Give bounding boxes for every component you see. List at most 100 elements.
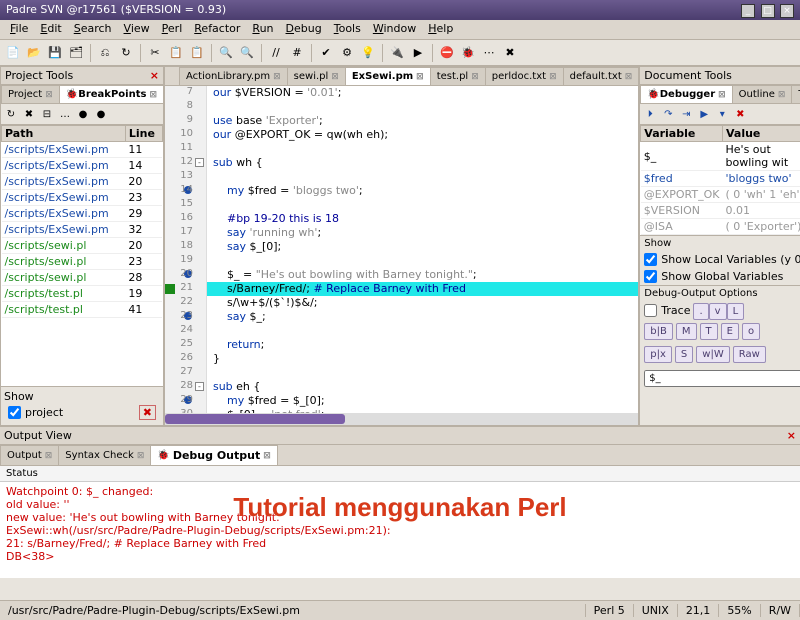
code-line[interactable] xyxy=(207,198,638,212)
tab-test.pl[interactable]: test.pl ⊠ xyxy=(430,67,486,85)
toolbar-btn-0[interactable]: 📄 xyxy=(4,44,22,62)
table-row[interactable]: $_He's out bowling wit xyxy=(641,142,800,171)
toolbar-btn-2[interactable]: 💾 xyxy=(46,44,64,62)
minimize-button[interactable]: _ xyxy=(741,4,755,18)
table-row[interactable]: $fred'bloggs two' xyxy=(641,171,800,187)
menu-search[interactable]: Search xyxy=(68,20,118,39)
toolbar-btn-6[interactable]: ✂ xyxy=(146,44,164,62)
close-icon[interactable]: × xyxy=(787,429,796,442)
code-line[interactable] xyxy=(207,170,638,184)
table-row[interactable]: $VERSION0.01 xyxy=(641,203,800,219)
toolbar-btn-19[interactable]: 🐞 xyxy=(459,44,477,62)
horizontal-scrollbar[interactable] xyxy=(165,413,638,425)
code-line[interactable]: return; xyxy=(207,338,638,352)
col-line[interactable]: Line xyxy=(125,126,162,142)
dbg-btn-v[interactable]: v xyxy=(709,303,727,320)
bp-tool-3[interactable]: … xyxy=(57,106,73,122)
dbg-btn-w|W[interactable]: w|W xyxy=(696,346,729,363)
bp-tool-0[interactable]: ↻ xyxy=(3,106,19,122)
bp-tool-2[interactable]: ⊟ xyxy=(39,106,55,122)
dbg-btn-b|B[interactable]: b|B xyxy=(644,323,673,340)
col-variable[interactable]: Variable xyxy=(641,126,723,142)
code-line[interactable]: my $fred = $_[0]; xyxy=(207,394,638,408)
bp-tool-5[interactable]: ● xyxy=(93,106,109,122)
dbg-btn-M[interactable]: M xyxy=(676,323,697,340)
tab-ExSewi.pm[interactable]: ExSewi.pm ⊠ xyxy=(345,67,431,85)
table-row[interactable]: /scripts/ExSewi.pm14 xyxy=(2,158,163,174)
code-line[interactable]: our $VERSION = '0.01'; xyxy=(207,86,638,100)
menu-window[interactable]: Window xyxy=(367,20,422,39)
menu-help[interactable]: Help xyxy=(422,20,459,39)
tab-project[interactable]: Project ⊠ xyxy=(1,85,60,103)
toolbar-btn-21[interactable]: ✖ xyxy=(501,44,519,62)
dbg-run-3[interactable]: ▶ xyxy=(696,106,712,122)
code-line[interactable]: } xyxy=(207,352,638,366)
toolbar-btn-4[interactable]: ⎌ xyxy=(96,44,114,62)
code-line[interactable]: s/Barney/Fred/; # Replace Barney with Fr… xyxy=(207,282,638,296)
toolbar-btn-18[interactable]: ⛔ xyxy=(438,44,456,62)
menu-refactor[interactable]: Refactor xyxy=(188,20,246,39)
code-line[interactable] xyxy=(207,324,638,338)
menu-edit[interactable]: Edit xyxy=(34,20,67,39)
table-row[interactable]: /scripts/sewi.pl23 xyxy=(2,254,163,270)
menu-file[interactable]: File xyxy=(4,20,34,39)
code-line[interactable]: say 'running wh'; xyxy=(207,226,638,240)
table-row[interactable]: /scripts/sewi.pl28 xyxy=(2,270,163,286)
dbg-run-4[interactable]: ▾ xyxy=(714,106,730,122)
table-row[interactable]: /scripts/ExSewi.pm23 xyxy=(2,190,163,206)
trace-chk[interactable] xyxy=(644,304,657,317)
dbg-run-2[interactable]: ⇥ xyxy=(678,106,694,122)
code-line[interactable]: $_ = "He's out bowling with Barney tonig… xyxy=(207,268,638,282)
tab-ActionLibrary.pm[interactable]: ActionLibrary.pm ⊠ xyxy=(179,67,288,85)
code-line[interactable]: say $_[0]; xyxy=(207,240,638,254)
code-line[interactable] xyxy=(207,254,638,268)
show-global-chk[interactable] xyxy=(644,270,657,283)
menu-perl[interactable]: Perl xyxy=(156,20,189,39)
code-line[interactable]: s/\w+$/($`!)$&/; xyxy=(207,296,638,310)
toolbar-btn-14[interactable]: ⚙ xyxy=(338,44,356,62)
table-row[interactable]: /scripts/test.pl19 xyxy=(2,286,163,302)
tab-syntax-check[interactable]: Syntax Check ⊠ xyxy=(58,445,151,465)
table-row[interactable]: /scripts/sewi.pl20 xyxy=(2,238,163,254)
toolbar-btn-7[interactable]: 📋 xyxy=(167,44,185,62)
toolbar-btn-3[interactable]: 🗂 xyxy=(67,44,85,62)
dbg-btn-p|x[interactable]: p|x xyxy=(644,346,672,363)
tab-outline[interactable]: Outline ⊠ xyxy=(732,85,793,103)
dbg-run-0[interactable]: ⏵ xyxy=(642,106,658,122)
show-local-chk[interactable] xyxy=(644,253,657,266)
toolbar-btn-1[interactable]: 📂 xyxy=(25,44,43,62)
close-button[interactable]: × xyxy=(780,4,794,18)
code-line[interactable] xyxy=(207,142,638,156)
toolbar-btn-12[interactable]: # xyxy=(288,44,306,62)
code-line[interactable]: sub eh { xyxy=(207,380,638,394)
toolbar-btn-10[interactable]: 🔍 xyxy=(238,44,256,62)
col-value[interactable]: Value xyxy=(723,126,800,142)
project-checkbox[interactable] xyxy=(8,406,21,419)
toolbar-btn-11[interactable]: // xyxy=(267,44,285,62)
bp-tool-1[interactable]: ✖ xyxy=(21,106,37,122)
dbg-btn-L[interactable]: L xyxy=(727,303,745,320)
table-row[interactable]: @ISA( 0 'Exporter') xyxy=(641,219,800,235)
menu-run[interactable]: Run xyxy=(246,20,279,39)
table-row[interactable]: @EXPORT_OK( 0 'wh' 1 'eh') xyxy=(641,187,800,203)
toolbar-btn-5[interactable]: ↻ xyxy=(117,44,135,62)
dbg-btn-S[interactable]: S xyxy=(675,346,693,363)
toolbar-btn-17[interactable]: ▶ xyxy=(409,44,427,62)
code-line[interactable]: sub wh { xyxy=(207,156,638,170)
maximize-button[interactable]: □ xyxy=(761,4,775,18)
dbg-run-1[interactable]: ↷ xyxy=(660,106,676,122)
toolbar-btn-16[interactable]: 🔌 xyxy=(388,44,406,62)
table-row[interactable]: /scripts/ExSewi.pm20 xyxy=(2,174,163,190)
code-line[interactable]: say $_; xyxy=(207,310,638,324)
menu-view[interactable]: View xyxy=(118,20,156,39)
menu-tools[interactable]: Tools xyxy=(328,20,367,39)
code-line[interactable]: #bp 19-20 this is 18 xyxy=(207,212,638,226)
toolbar-btn-20[interactable]: ⋯ xyxy=(480,44,498,62)
tab-breakpoints[interactable]: 🐞BreakPoints ⊠ xyxy=(59,85,163,103)
tab-t…[interactable]: T… ⊠ xyxy=(791,85,800,103)
table-row[interactable]: /scripts/ExSewi.pm11 xyxy=(2,142,163,158)
code-line[interactable] xyxy=(207,100,638,114)
dbg-btn-E[interactable]: E xyxy=(721,323,739,340)
tab-sewi.pl[interactable]: sewi.pl ⊠ xyxy=(287,67,346,85)
code-line[interactable] xyxy=(207,366,638,380)
